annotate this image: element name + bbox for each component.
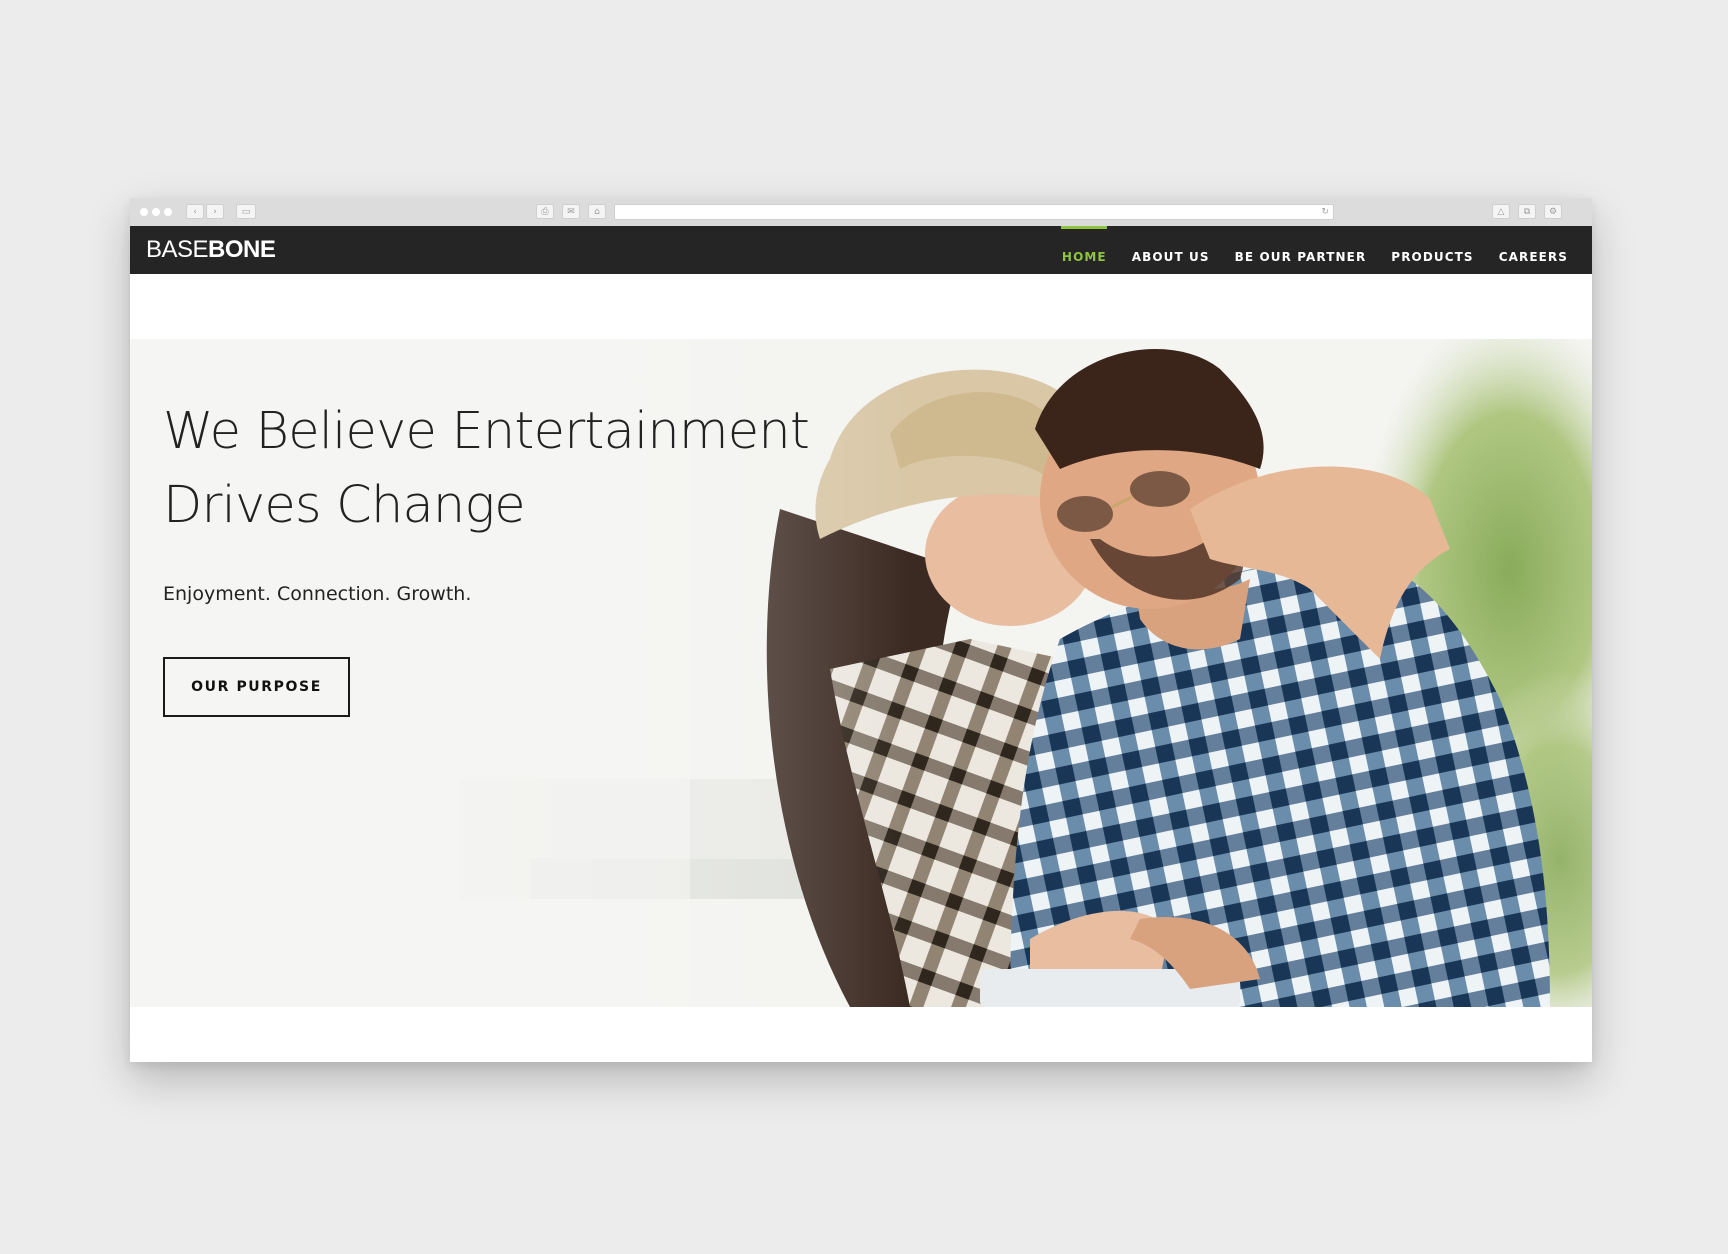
print-icon[interactable]: ⎙ (536, 204, 554, 219)
settings-icon[interactable]: ⚙ (1544, 204, 1562, 219)
our-purpose-button[interactable]: OUR PURPOSE (163, 657, 350, 717)
close-dot[interactable] (140, 208, 148, 216)
home-icon[interactable]: ⌂ (588, 204, 606, 219)
logo-text-bold: BONE (208, 236, 276, 263)
site-header: BASEBONE HOME ABOUT US BE OUR PARTNER PR… (130, 226, 1592, 274)
browser-toolbar: ‹ › ▭ ⎙ ✉ ⌂ ↻ △ ⧉ ⚙ (130, 198, 1592, 227)
nav-item-be-our-partner[interactable]: BE OUR PARTNER (1222, 226, 1379, 274)
logo-text-light: BASE (146, 236, 209, 263)
hero-headline: We Believe Entertainment Drives Change (163, 395, 863, 543)
minimize-dot[interactable] (152, 208, 160, 216)
hero-tagline: Enjoyment. Connection. Growth. (163, 583, 472, 605)
reload-icon[interactable]: ↻ (1321, 205, 1329, 219)
hero-headline-line-2: Drives Change (163, 476, 526, 535)
browser-window: ‹ › ▭ ⎙ ✉ ⌂ ↻ △ ⧉ ⚙ BASEBONE HOME ABOUT … (130, 198, 1592, 1062)
forward-icon[interactable]: › (206, 204, 224, 219)
window-controls (140, 208, 172, 216)
address-bar[interactable]: ↻ (614, 204, 1334, 220)
hero-section: We Believe Entertainment Drives Change E… (130, 339, 1592, 1007)
hero-text: We Believe Entertainment Drives Change E… (163, 395, 863, 605)
back-icon[interactable]: ‹ (186, 204, 204, 219)
tabs-icon[interactable]: ⧉ (1518, 204, 1536, 219)
nav-item-about-us[interactable]: ABOUT US (1119, 226, 1222, 274)
sidebar-icon[interactable]: ▭ (236, 204, 256, 219)
maximize-dot[interactable] (164, 208, 172, 216)
hero-headline-line-1: We Believe Entertainment (163, 402, 810, 461)
mail-icon[interactable]: ✉ (562, 204, 580, 219)
main-nav: HOME ABOUT US BE OUR PARTNER PRODUCTS CA… (1049, 226, 1580, 274)
nav-item-careers[interactable]: CAREERS (1486, 226, 1580, 274)
nav-item-products[interactable]: PRODUCTS (1378, 226, 1485, 274)
share-icon[interactable]: △ (1492, 204, 1510, 219)
nav-item-home[interactable]: HOME (1049, 226, 1119, 274)
site-logo[interactable]: BASEBONE (146, 236, 276, 264)
